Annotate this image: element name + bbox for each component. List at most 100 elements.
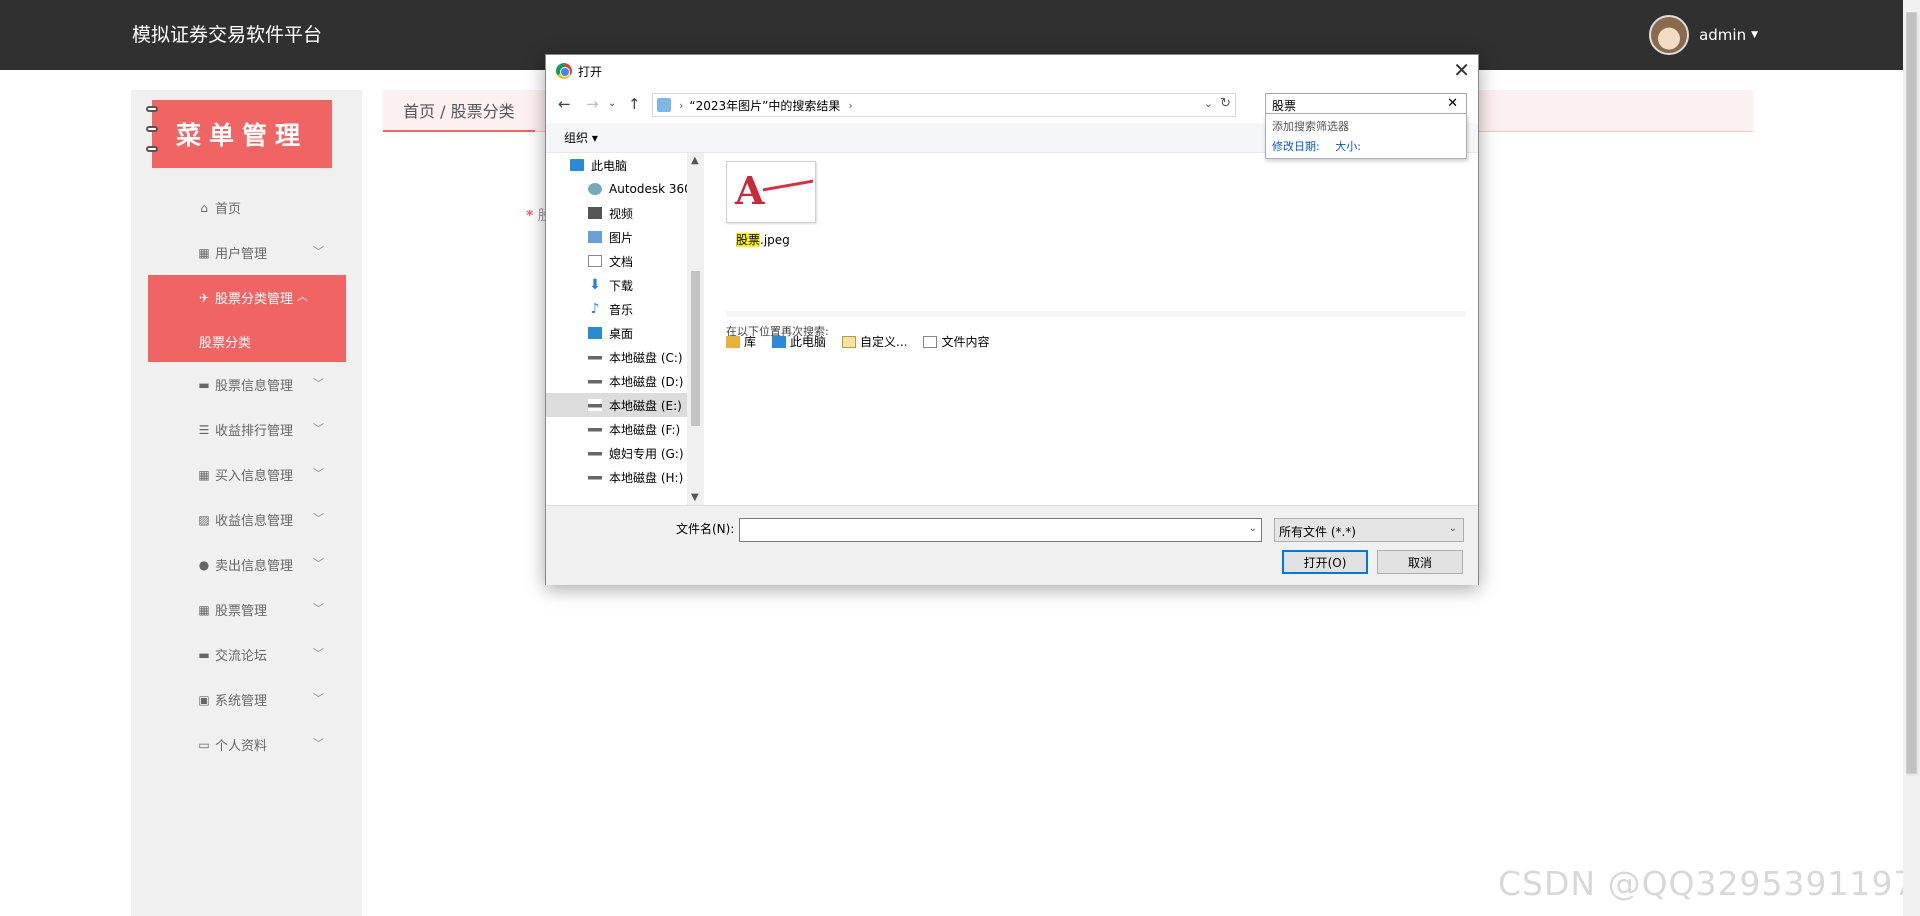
sidebar-item-11[interactable]: ▭ 个人资料 ﹀ [131, 722, 362, 767]
tree-item[interactable]: 本地磁盘 (D:) [546, 369, 704, 393]
sidebar-item-9[interactable]: ▬ 交流论坛 ﹀ [131, 632, 362, 677]
avatar[interactable] [1649, 15, 1690, 55]
tree-item-label: 媳妇专用 (G:) [609, 446, 684, 461]
file-thumbnail[interactable]: A [726, 161, 816, 223]
page-scrollbar[interactable] [1903, 0, 1920, 916]
filetype-value[interactable]: 所有文件 (*.*) [1279, 525, 1356, 539]
music-icon: ♪ [590, 301, 600, 317]
tree-item-label: 图片 [609, 230, 634, 245]
tree-item-label: 本地磁盘 (E:) [609, 398, 682, 413]
drive-icon [588, 399, 602, 411]
drive-icon [588, 447, 602, 459]
chevron-icon[interactable]: ﹀ [313, 690, 324, 706]
sidebar-item-label: 股票信息管理 [215, 379, 294, 394]
caret-down-icon[interactable]: ▼ [1751, 30, 1758, 40]
clear-search-icon[interactable]: ✕ [1447, 96, 1458, 111]
address-dropdown-icon[interactable]: ⌄ [1204, 97, 1213, 110]
search-again-custom[interactable]: 自定义... [842, 333, 907, 350]
tree-item[interactable]: 本地磁盘 (E:) [546, 393, 704, 417]
tree-item-label: 下载 [609, 278, 634, 293]
sidebar-item-2[interactable]: ✈ 股票分类管理 ︿ [148, 275, 346, 320]
apps-icon: ▦ [198, 602, 210, 617]
tree-scroll-thumb[interactable] [691, 271, 700, 426]
scroll-up-icon[interactable]: ▲ [691, 155, 699, 166]
tree-item[interactable]: 本地磁盘 (H:) [546, 465, 704, 489]
recent-chevron-icon[interactable]: ⌄ [608, 98, 616, 109]
library-icon [726, 335, 740, 348]
tree-item[interactable]: ♪ 音乐 [546, 297, 704, 321]
sidebar-item-5[interactable]: ▦ 买入信息管理 ﹀ [131, 452, 362, 497]
chevron-icon[interactable]: ﹀ [313, 555, 324, 571]
drive-icon [588, 423, 602, 435]
close-icon[interactable]: ✕ [1453, 59, 1470, 81]
chevron-icon[interactable]: ﹀ [313, 465, 324, 481]
cancel-button[interactable]: 取消 [1377, 550, 1463, 574]
forward-arrow-icon[interactable]: → [586, 95, 599, 113]
sidebar-item-6[interactable]: ▨ 收益信息管理 ﹀ [131, 497, 362, 542]
chevron-icon[interactable]: ﹀ [313, 375, 324, 391]
suggest-links: 修改日期: 大小: [1272, 138, 1460, 154]
sidebar-item-1[interactable]: ▦ 用户管理 ﹀ [131, 230, 362, 275]
tree-item[interactable]: 文档 [546, 249, 704, 273]
tree-item[interactable]: 媳妇专用 (G:) [546, 441, 704, 465]
up-arrow-icon[interactable]: ↑ [628, 95, 641, 113]
sidebar-item-10[interactable]: ▣ 系统管理 ﹀ [131, 677, 362, 722]
chevron-icon[interactable]: ﹀ [313, 600, 324, 616]
tree-item[interactable]: 本地磁盘 (C:) [546, 345, 704, 369]
tree-scrollbar[interactable]: ▲ ▼ [687, 153, 704, 505]
sidebar: 菜单管理 ⌂ 首页 ▦ 用户管理 ﹀ ✈ 股票分类管理 ︿ 股票分类 ▬ 股票信息管理 ﹀ ☰ 收益排行管… [131, 90, 362, 916]
open-button[interactable]: 打开(O) [1282, 550, 1368, 574]
search-again-pc[interactable]: 此电脑 [772, 333, 826, 350]
tree-item[interactable]: ⬇ 下载 [546, 273, 704, 297]
username[interactable]: admin [1699, 26, 1746, 44]
scroll-down-icon[interactable]: ▼ [691, 492, 699, 503]
sidebar-item-0[interactable]: ⌂ 首页 [131, 185, 362, 230]
sidebar-subitem-stock-category[interactable]: 股票分类 [148, 320, 346, 362]
sidebar-item-8[interactable]: ▦ 股票管理 ﹀ [131, 587, 362, 632]
breadcrumb-arrow-icon[interactable]: › [848, 99, 852, 112]
tree-item[interactable]: 视频 [546, 201, 704, 225]
file-area: A 股票.jpeg 在以下位置再次搜索: 库 此电脑 自定义... 文件内容 [704, 153, 1478, 505]
search-value[interactable]: 股票 [1272, 97, 1296, 114]
dialog-title: 打开 [578, 64, 603, 79]
organize-button[interactable]: 组织 ▾ [564, 129, 598, 146]
chevron-icon[interactable]: ︿ [297, 288, 308, 304]
file-contents-icon [923, 335, 938, 348]
search-again-library[interactable]: 库 [726, 333, 756, 350]
address-bar[interactable]: › “2023年图片”中的搜索结果 › ⌄ ↻ [652, 93, 1236, 117]
search-again-contents[interactable]: 文件内容 [923, 333, 990, 350]
chevron-icon[interactable]: ﹀ [313, 735, 324, 751]
drive-icon [588, 351, 602, 363]
sidebar-item-label: 首页 [215, 202, 242, 217]
tree-item-label: 此电脑 [591, 158, 628, 173]
sidebar-item-3[interactable]: ▬ 股票信息管理 ﹀ [131, 362, 362, 407]
sidebar-item-4[interactable]: ☰ 收益排行管理 ﹀ [131, 407, 362, 452]
chevron-down-icon[interactable]: ⌄ [1249, 523, 1257, 534]
filter-size-link[interactable]: 大小: [1335, 140, 1361, 153]
sidebar-item-7[interactable]: ● 卖出信息管理 ﹀ [131, 542, 362, 587]
tree-item[interactable]: Autodesk 360 [546, 177, 704, 201]
page-scroll-thumb[interactable] [1906, 12, 1917, 774]
filetype-select[interactable]: 所有文件 (*.*) ⌄ [1274, 518, 1464, 542]
chevron-icon[interactable]: ﹀ [313, 243, 324, 259]
chevron-icon[interactable]: ﹀ [313, 645, 324, 661]
tree-item[interactable]: 本地磁盘 (F:) [546, 417, 704, 441]
back-arrow-icon[interactable]: ← [558, 95, 571, 113]
tree-item[interactable]: 此电脑 [546, 153, 704, 177]
tree-item[interactable]: 图片 [546, 225, 704, 249]
chevron-icon[interactable]: ﹀ [313, 420, 324, 436]
tree-item-label: 本地磁盘 (H:) [609, 470, 684, 485]
breadcrumb-tab[interactable]: 首页 / 股票分类 [383, 90, 535, 132]
user-menu[interactable]: admin ▼ [1649, 15, 1758, 55]
chevron-icon[interactable]: ﹀ [313, 510, 324, 526]
tree-item[interactable]: 桌面 [546, 321, 704, 345]
refresh-icon[interactable]: ↻ [1220, 96, 1231, 111]
file-name[interactable]: 股票.jpeg [736, 231, 790, 248]
filename-input[interactable]: ⌄ [739, 518, 1262, 542]
sidebar-item-label: 收益信息管理 [215, 514, 294, 529]
filter-date-link[interactable]: 修改日期: [1272, 140, 1320, 153]
search-again-list: 库 此电脑 自定义... 文件内容 [726, 333, 990, 350]
chevron-down-icon[interactable]: ⌄ [1449, 523, 1457, 534]
breadcrumb-arrow-icon[interactable]: › [679, 99, 683, 112]
address-text[interactable]: “2023年图片”中的搜索结果 [689, 97, 840, 114]
